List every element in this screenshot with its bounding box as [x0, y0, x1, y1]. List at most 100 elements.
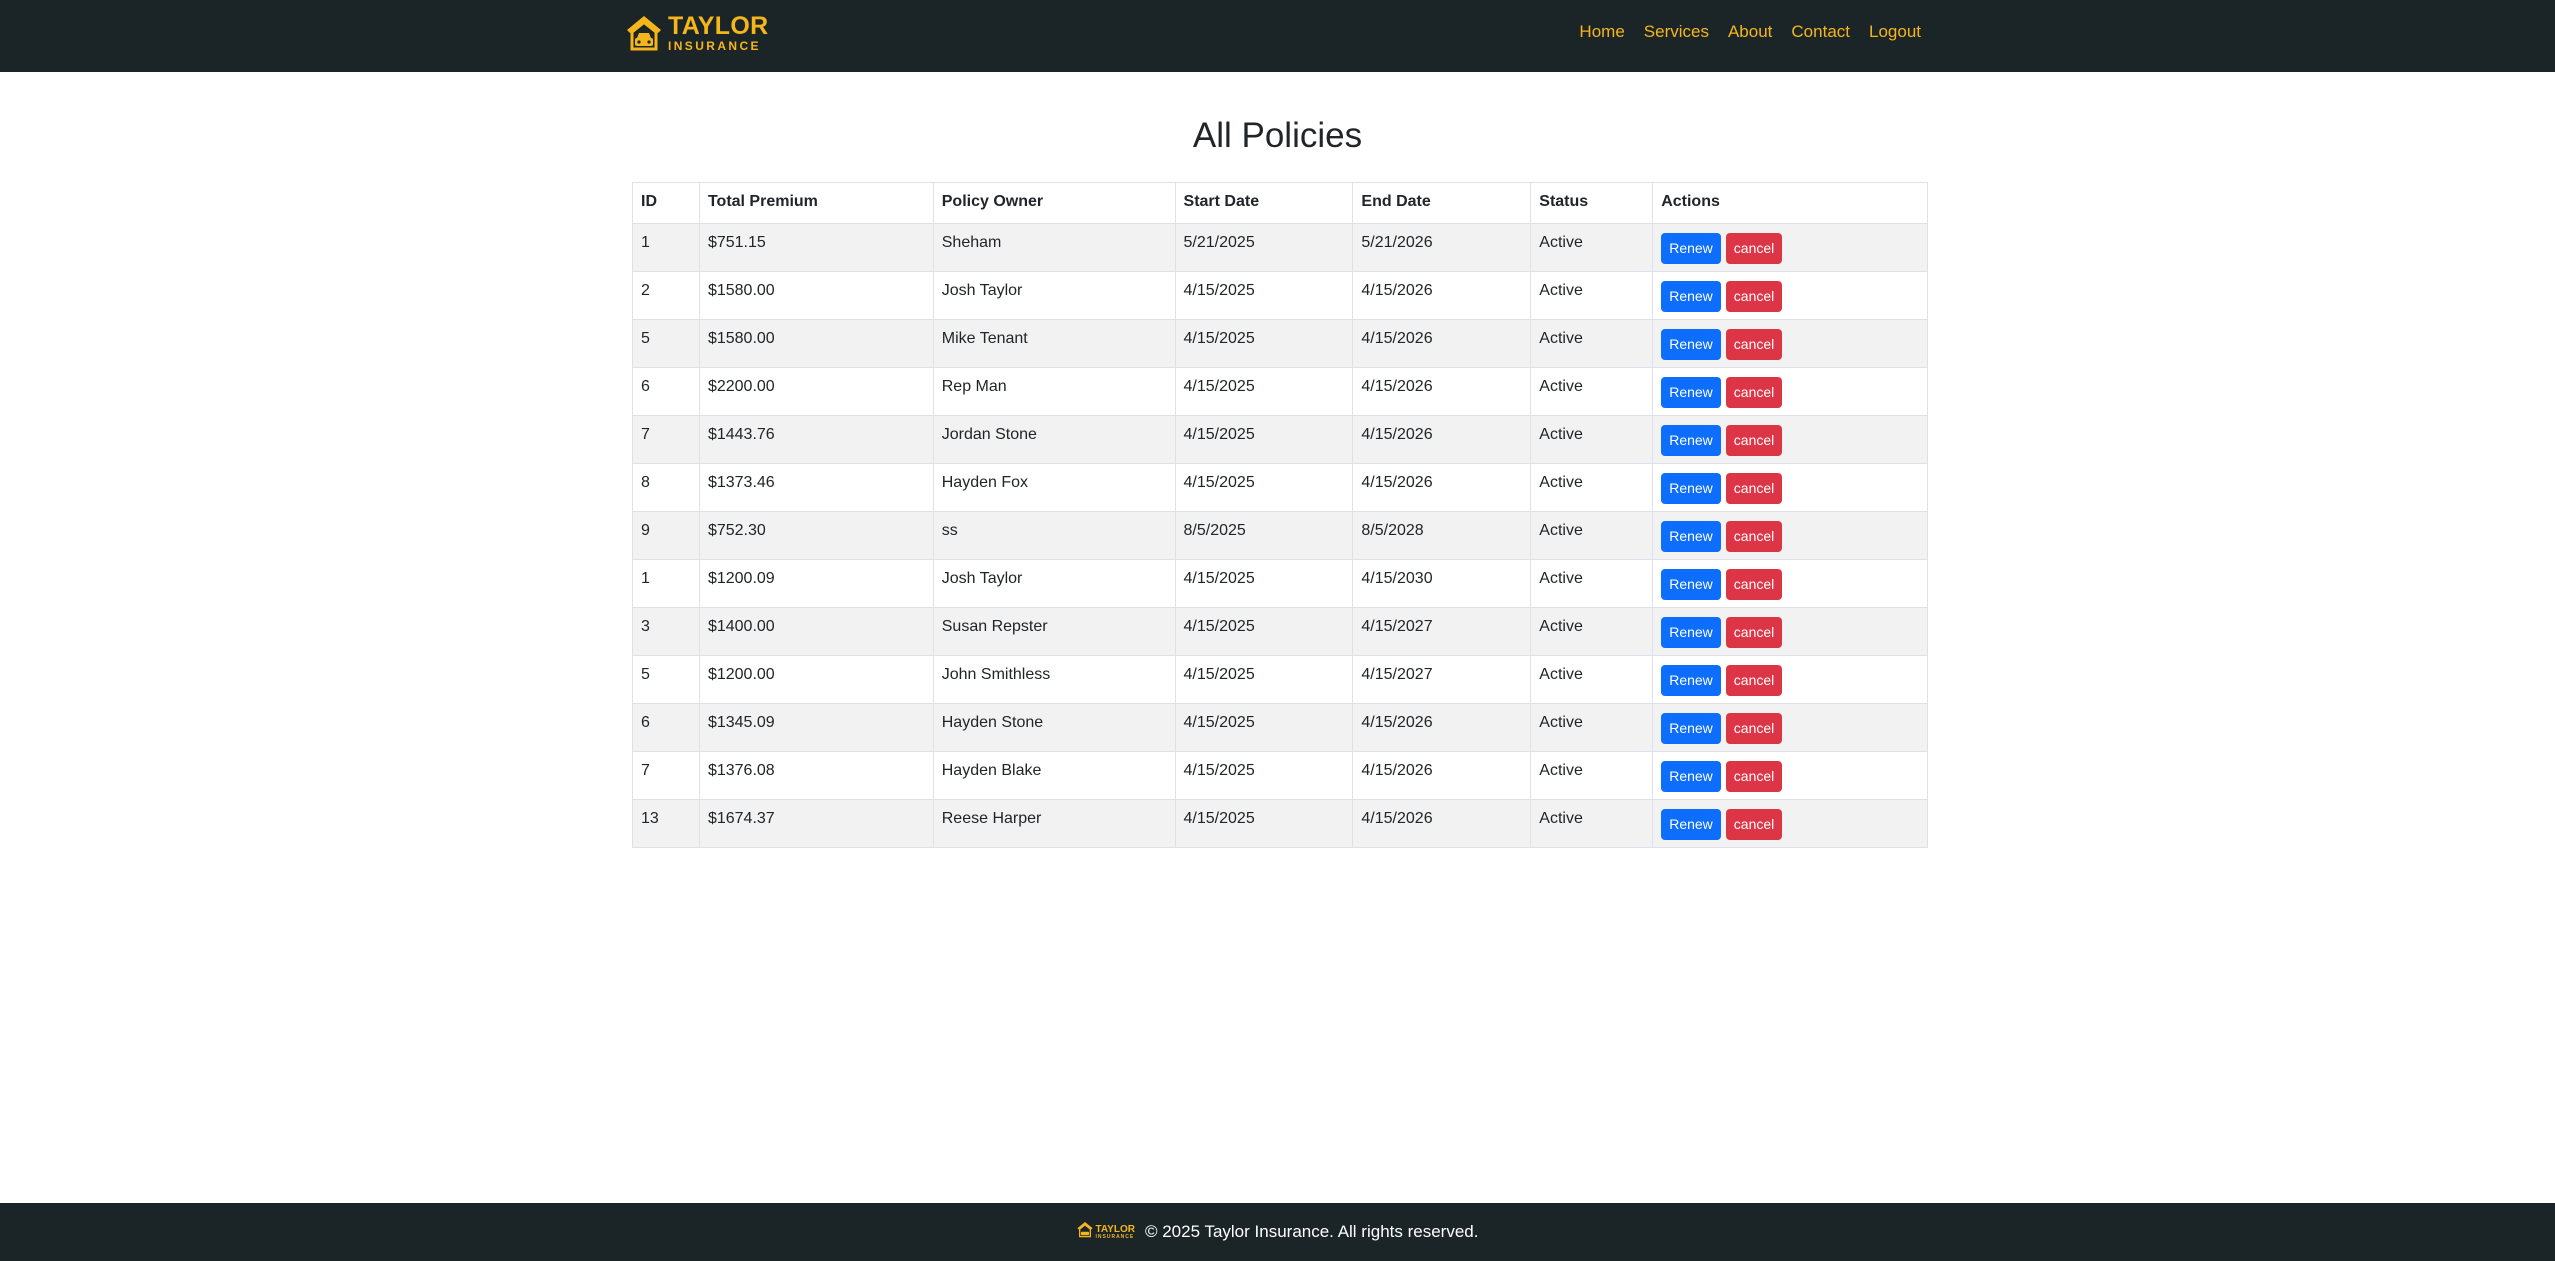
cell-policy-owner: Hayden Blake: [932, 751, 1176, 800]
cell-start-date: 4/15/2025: [1174, 463, 1354, 512]
cell-start-date: 4/15/2025: [1174, 271, 1354, 320]
cell-start-date: 4/15/2025: [1174, 751, 1354, 800]
cancel-button[interactable]: cancel: [1725, 521, 1783, 552]
table-row: 7 $1443.76 Jordan Stone 4/15/2025 4/15/2026 A…: [632, 415, 1928, 464]
cell-total-premium: $1580.00: [698, 271, 934, 320]
renew-button[interactable]: Renew: [1661, 281, 1721, 312]
house-car-icon: [1076, 1221, 1093, 1243]
nav-about-link[interactable]: About: [1728, 22, 1772, 42]
nav-services-link[interactable]: Services: [1644, 22, 1709, 42]
cell-policy-owner: Hayden Fox: [932, 463, 1176, 512]
renew-button[interactable]: Renew: [1661, 617, 1721, 648]
cell-status: Active: [1530, 655, 1654, 704]
cell-end-date: 4/15/2026: [1352, 703, 1532, 752]
cell-policy-owner: Susan Repster: [932, 607, 1176, 656]
cell-actions: Renew cancel: [1652, 607, 1928, 656]
cell-id: 5: [632, 319, 700, 368]
cell-policy-owner: Rep Man: [932, 367, 1176, 416]
brand-name: TAYLOR: [668, 12, 769, 40]
cell-policy-owner: Reese Harper: [932, 799, 1176, 848]
cancel-button[interactable]: cancel: [1725, 377, 1783, 408]
navbar: TAYLOR INSURANCE Home Services About Con…: [0, 0, 2555, 72]
table-row: 1 $751.15 Sheham 5/21/2025 5/21/2026 Active Re…: [632, 223, 1928, 272]
cell-id: 7: [632, 751, 700, 800]
cell-status: Active: [1530, 463, 1654, 512]
renew-button[interactable]: Renew: [1661, 665, 1721, 696]
cell-end-date: 4/15/2030: [1352, 559, 1532, 608]
cell-end-date: 4/15/2026: [1352, 751, 1532, 800]
cell-total-premium: $1200.00: [698, 655, 934, 704]
cell-status: Active: [1530, 271, 1654, 320]
cell-actions: Renew cancel: [1652, 463, 1928, 512]
cancel-button[interactable]: cancel: [1725, 617, 1783, 648]
cancel-button[interactable]: cancel: [1725, 761, 1783, 792]
cancel-button[interactable]: cancel: [1725, 233, 1783, 264]
cell-end-date: 4/15/2026: [1352, 799, 1532, 848]
renew-button[interactable]: Renew: [1661, 473, 1721, 504]
cell-id: 8: [632, 463, 700, 512]
cell-end-date: 4/15/2027: [1352, 655, 1532, 704]
header-total-premium: Total Premium: [698, 182, 934, 224]
renew-button[interactable]: Renew: [1661, 329, 1721, 360]
cell-total-premium: $752.30: [698, 511, 934, 560]
cancel-button[interactable]: cancel: [1725, 713, 1783, 744]
cell-actions: Renew cancel: [1652, 319, 1928, 368]
cell-actions: Renew cancel: [1652, 223, 1928, 272]
cell-end-date: 5/21/2026: [1352, 223, 1532, 272]
policies-table: ID Total Premium Policy Owner Start Date…: [632, 182, 1928, 848]
cell-id: 1: [632, 559, 700, 608]
cancel-button[interactable]: cancel: [1725, 425, 1783, 456]
cell-id: 6: [632, 703, 700, 752]
cancel-button[interactable]: cancel: [1725, 569, 1783, 600]
cell-actions: Renew cancel: [1652, 511, 1928, 560]
cancel-button[interactable]: cancel: [1725, 809, 1783, 840]
table-row: 5 $1200.00 John Smithless 4/15/2025 4/15/202…: [632, 655, 1928, 704]
cell-policy-owner: Josh Taylor: [932, 271, 1176, 320]
cell-end-date: 4/15/2027: [1352, 607, 1532, 656]
nav-menu: Home Services About Contact Logout: [1579, 22, 1921, 42]
brand-logo-link[interactable]: TAYLOR INSURANCE: [626, 13, 768, 53]
table-row: 1 $1200.09 Josh Taylor 4/15/2025 4/15/2030 Ac…: [632, 559, 1928, 608]
table-row: 3 $1400.00 Susan Repster 4/15/2025 4/15/2027…: [632, 607, 1928, 656]
cell-policy-owner: Sheham: [932, 223, 1176, 272]
header-status: Status: [1530, 182, 1654, 224]
cell-total-premium: $1443.76: [698, 415, 934, 464]
renew-button[interactable]: Renew: [1661, 425, 1721, 456]
nav-contact-link[interactable]: Contact: [1791, 22, 1850, 42]
footer-brand-subtitle: INSURANCE: [1095, 1233, 1135, 1240]
cell-policy-owner: ss: [932, 511, 1176, 560]
renew-button[interactable]: Renew: [1661, 377, 1721, 408]
cell-policy-owner: John Smithless: [932, 655, 1176, 704]
renew-button[interactable]: Renew: [1661, 809, 1721, 840]
cell-total-premium: $2200.00: [698, 367, 934, 416]
cell-id: 7: [632, 415, 700, 464]
cell-total-premium: $1373.46: [698, 463, 934, 512]
renew-button[interactable]: Renew: [1661, 713, 1721, 744]
cancel-button[interactable]: cancel: [1725, 473, 1783, 504]
cancel-button[interactable]: cancel: [1725, 665, 1783, 696]
cell-actions: Renew cancel: [1652, 559, 1928, 608]
cell-id: 5: [632, 655, 700, 704]
nav-home-link[interactable]: Home: [1579, 22, 1624, 42]
cell-id: 13: [632, 799, 700, 848]
renew-button[interactable]: Renew: [1661, 761, 1721, 792]
renew-button[interactable]: Renew: [1661, 569, 1721, 600]
cell-start-date: 4/15/2025: [1174, 319, 1354, 368]
cell-total-premium: $751.15: [698, 223, 934, 272]
brand-subtitle: INSURANCE: [668, 39, 761, 53]
policies-table-container: ID Total Premium Policy Owner Start Date…: [632, 182, 1928, 848]
cancel-button[interactable]: cancel: [1725, 281, 1783, 312]
renew-button[interactable]: Renew: [1661, 233, 1721, 264]
cell-start-date: 4/15/2025: [1174, 655, 1354, 704]
cancel-button[interactable]: cancel: [1725, 329, 1783, 360]
header-end-date: End Date: [1352, 182, 1532, 224]
table-row: 8 $1373.46 Hayden Fox 4/15/2025 4/15/2026 Act…: [632, 463, 1928, 512]
cell-end-date: 4/15/2026: [1352, 367, 1532, 416]
header-policy-owner: Policy Owner: [932, 182, 1176, 224]
cell-status: Active: [1530, 223, 1654, 272]
cell-actions: Renew cancel: [1652, 271, 1928, 320]
renew-button[interactable]: Renew: [1661, 521, 1721, 552]
nav-logout-link[interactable]: Logout: [1869, 22, 1921, 42]
cell-status: Active: [1530, 703, 1654, 752]
cell-total-premium: $1674.37: [698, 799, 934, 848]
